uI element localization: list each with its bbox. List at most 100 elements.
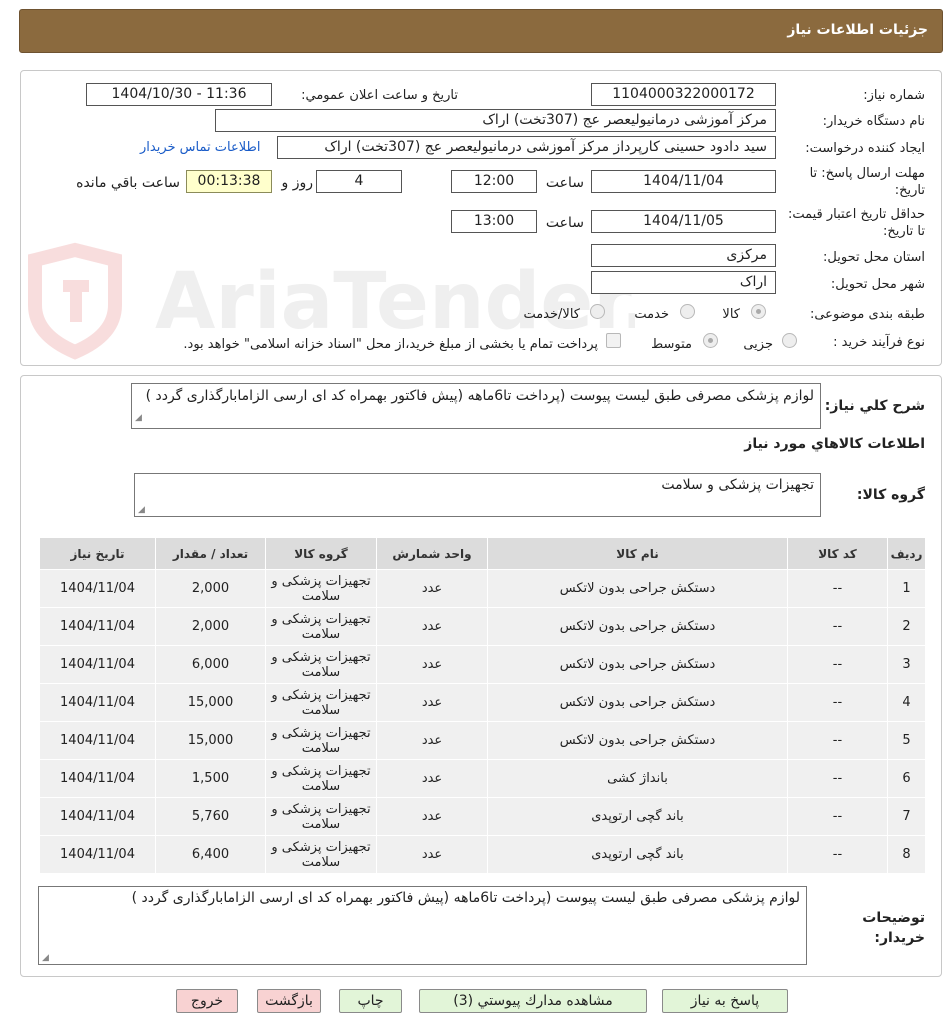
cell-row-no: 7 [887, 797, 926, 836]
category-option-goods: کالا [722, 307, 740, 322]
cell-code: -- [787, 835, 888, 874]
attachments-button[interactable]: مشاهده مدارك پیوستي (3) [419, 989, 647, 1013]
cell-code: -- [787, 607, 888, 646]
summary-textarea[interactable]: لوازم پزشکی مصرفی طبق لیست پیوست (پرداخت… [131, 383, 821, 429]
cell-quantity: 2,000 [155, 569, 266, 608]
cell-group: تجهیزات پزشکی و سلامت [265, 835, 377, 874]
exit-button[interactable]: خروج [176, 989, 238, 1013]
announce-field: 1404/10/30 - 11:36 [86, 83, 272, 106]
table-row: 6 -- بانداژ کشی عدد تجهیزات پزشکی و سلام… [39, 759, 926, 798]
cell-row-no: 1 [887, 569, 926, 608]
category-radio-both[interactable] [590, 304, 605, 319]
table-row: 1 -- دستکش جراحی بدون لاتکس عدد تجهیزات … [39, 569, 926, 608]
city-field: اراک [591, 271, 776, 294]
cell-code: -- [787, 645, 888, 684]
cell-row-no: 5 [887, 721, 926, 760]
col-header-group: گروه کالا [265, 537, 377, 570]
col-header-quantity: تعداد / مقدار [155, 537, 266, 570]
cell-name: دستکش جراحی بدون لاتکس [487, 721, 788, 760]
buyer-org-label: نام دستگاه خریدار: [822, 114, 925, 129]
resize-grip-icon[interactable]: ◢ [138, 505, 145, 515]
table-header-row: ردیف کد کالا نام کالا واحد شمارش گروه کا… [39, 537, 926, 570]
col-header-row-no: ردیف [887, 537, 926, 570]
process-label: نوع فرآیند خرید : [833, 335, 925, 350]
print-button[interactable]: چاپ [339, 989, 402, 1013]
col-header-code: کد کالا [787, 537, 888, 570]
cell-unit: عدد [376, 835, 488, 874]
category-radio-goods[interactable] [751, 304, 766, 319]
cell-group: تجهیزات پزشکی و سلامت [265, 645, 377, 684]
cell-group: تجهیزات پزشکی و سلامت [265, 683, 377, 722]
cell-code: -- [787, 683, 888, 722]
days-field: 4 [316, 170, 402, 193]
category-option-service: خدمت [634, 307, 669, 322]
cell-code: -- [787, 569, 888, 608]
requester-field: سید دادود حسینی کارپرداز مرکز آموزشی درم… [277, 136, 776, 159]
cell-date: 1404/11/04 [39, 797, 156, 836]
cell-unit: عدد [376, 645, 488, 684]
cell-date: 1404/11/04 [39, 835, 156, 874]
buyer-notes-textarea[interactable]: لوازم پزشکی مصرفی طبق لیست پیوست (پرداخت… [38, 886, 807, 965]
col-header-date: تاریخ نیاز [39, 537, 156, 570]
cell-group: تجهیزات پزشکی و سلامت [265, 759, 377, 798]
cell-date: 1404/11/04 [39, 683, 156, 722]
cell-code: -- [787, 759, 888, 798]
cell-unit: عدد [376, 683, 488, 722]
cell-name: دستکش جراحی بدون لاتکس [487, 569, 788, 608]
buyer-notes-label: توضیحات خریدار: [862, 910, 925, 946]
days-label: روز و [281, 175, 314, 191]
cell-quantity: 5,760 [155, 797, 266, 836]
resize-grip-icon[interactable]: ◢ [135, 409, 142, 427]
back-button[interactable]: بازگشت [257, 989, 321, 1013]
cell-name: دستکش جراحی بدون لاتکس [487, 607, 788, 646]
process-radio-medium[interactable] [703, 333, 718, 348]
deadline-time-field: 12:00 [451, 170, 537, 193]
contact-buyer-link[interactable]: اطلاعات تماس خریدار [140, 140, 260, 155]
cell-group: تجهیزات پزشکی و سلامت [265, 797, 377, 836]
table-row: 2 -- دستکش جراحی بدون لاتکس عدد تجهیزات … [39, 607, 926, 646]
validity-time-field: 13:00 [451, 210, 537, 233]
process-option-minor: جزیی [743, 337, 773, 352]
validity-date-field: 1404/11/05 [591, 210, 776, 233]
items-table: ردیف کد کالا نام کالا واحد شمارش گروه کا… [39, 537, 926, 874]
cell-row-no: 8 [887, 835, 926, 874]
cell-date: 1404/11/04 [39, 569, 156, 608]
treasury-payment-checkbox[interactable] [606, 333, 621, 348]
cell-name: دستکش جراحی بدون لاتکس [487, 683, 788, 722]
announce-label: تاریخ و ساعت اعلان عمومي: [301, 88, 458, 103]
goods-group-textarea[interactable]: تجهیزات پزشکی و سلامت ◢ [134, 473, 821, 517]
cell-unit: عدد [376, 797, 488, 836]
resize-grip-icon[interactable]: ◢ [42, 953, 49, 963]
cell-code: -- [787, 797, 888, 836]
goods-info-title: اطلاعات کالاهاي مورد نیاز [744, 436, 925, 452]
table-row: 5 -- دستکش جراحی بدون لاتکس عدد تجهیزات … [39, 721, 926, 760]
validity-label: حداقل تاریخ اعتبار قیمت: تا تاریخ: [787, 207, 925, 239]
reply-button[interactable]: پاسخ به نیاز [662, 989, 788, 1013]
need-number-label: شماره نیاز: [863, 88, 925, 103]
deadline-date-field: 1404/11/04 [591, 170, 776, 193]
cell-date: 1404/11/04 [39, 759, 156, 798]
table-row: 8 -- باند گچی ارتوپدی عدد تجهیزات پزشکی … [39, 835, 926, 874]
page-header: جزئیات اطلاعات نیاز [19, 9, 943, 53]
requester-label: ایجاد کننده درخواست: [805, 141, 925, 156]
cell-group: تجهیزات پزشکی و سلامت [265, 569, 377, 608]
payment-note: پرداخت تمام یا بخشی از مبلغ خرید،از محل … [183, 337, 598, 352]
cell-row-no: 4 [887, 683, 926, 722]
remaining-time-field: 00:13:38 [186, 170, 272, 193]
cell-unit: عدد [376, 759, 488, 798]
col-header-name: نام کالا [487, 537, 788, 570]
deadline-time-label: ساعت [545, 175, 584, 191]
cell-quantity: 15,000 [155, 721, 266, 760]
category-radio-service[interactable] [680, 304, 695, 319]
buyer-notes-text: لوازم پزشکی مصرفی طبق لیست پیوست (پرداخت… [131, 890, 800, 906]
cell-quantity: 6,400 [155, 835, 266, 874]
cell-name: بانداژ کشی [487, 759, 788, 798]
process-option-medium: متوسط [651, 337, 692, 352]
need-number-field: 1104000322000172 [591, 83, 776, 106]
remaining-label: ساعت باقي مانده [76, 175, 180, 191]
category-option-both: کالا/خدمت [523, 307, 580, 322]
cell-row-no: 2 [887, 607, 926, 646]
cell-unit: عدد [376, 569, 488, 608]
process-radio-minor[interactable] [782, 333, 797, 348]
city-label: شهر محل تحویل: [830, 277, 925, 292]
